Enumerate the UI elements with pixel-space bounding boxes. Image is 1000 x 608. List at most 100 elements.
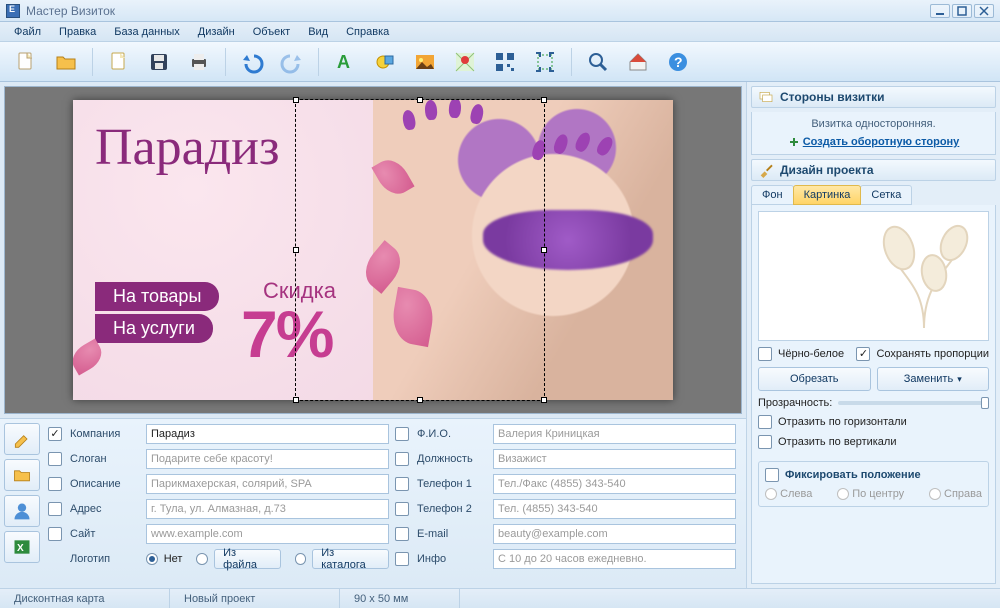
tb-save-icon[interactable]: [141, 45, 177, 79]
status-project: Новый проект: [170, 589, 340, 608]
minimize-button[interactable]: [930, 4, 950, 18]
btn-logo-catalog[interactable]: Из каталога: [312, 549, 389, 569]
tb-help-icon[interactable]: ?: [660, 45, 696, 79]
chk-info[interactable]: [395, 552, 409, 566]
input-site[interactable]: [146, 524, 389, 544]
chevron-down-icon: ▾: [957, 374, 962, 385]
input-fio[interactable]: [493, 424, 736, 444]
sides-icon: [758, 89, 774, 105]
right-panel: Стороны визитки Визитка односторонняя. С…: [746, 82, 1000, 588]
side-edit-icon[interactable]: [4, 423, 40, 455]
panel-design-header[interactable]: Дизайн проекта: [751, 159, 996, 181]
titlebar: Мастер Визиток: [0, 0, 1000, 22]
chk-phone2[interactable]: [395, 502, 409, 516]
tb-open-icon[interactable]: [48, 45, 84, 79]
status-size: 90 x 50 мм: [340, 589, 460, 608]
panel-sides-title: Стороны визитки: [780, 90, 885, 104]
app-icon: [6, 4, 20, 18]
btn-replace[interactable]: Заменить▾: [877, 367, 990, 391]
tb-zoom-icon[interactable]: [580, 45, 616, 79]
tb-undo-icon[interactable]: [234, 45, 270, 79]
create-back-link[interactable]: Создать оборотную сторону: [803, 136, 960, 148]
plus-icon: [788, 136, 800, 148]
side-excel-icon[interactable]: X: [4, 531, 40, 563]
tb-image-icon[interactable]: [407, 45, 443, 79]
menu-file[interactable]: Файл: [6, 24, 49, 40]
card-photo: [373, 100, 673, 400]
tb-page-icon[interactable]: [101, 45, 137, 79]
image-preview[interactable]: [758, 211, 989, 341]
radio-logo-none[interactable]: [146, 553, 158, 565]
chk-position[interactable]: [395, 452, 409, 466]
radio-logo-file[interactable]: [196, 553, 208, 565]
radio-logo-catalog[interactable]: [295, 553, 307, 565]
chk-flip-v[interactable]: [758, 435, 772, 449]
radio-lock-center[interactable]: [837, 488, 849, 500]
tab-grid[interactable]: Сетка: [860, 185, 912, 205]
chk-fio[interactable]: [395, 427, 409, 441]
tb-qr-icon[interactable]: [487, 45, 523, 79]
svg-text:X: X: [17, 543, 24, 554]
card-discount-value: 7%: [241, 296, 332, 372]
tb-shape-icon[interactable]: [367, 45, 403, 79]
design-body: Чёрно-белое Сохранять пропорции Обрезать…: [751, 205, 996, 584]
lbl-description: Описание: [70, 478, 140, 490]
chk-address[interactable]: [48, 502, 62, 516]
chk-slogan[interactable]: [48, 452, 62, 466]
tb-text-icon[interactable]: A: [327, 45, 363, 79]
info-sidebar: X: [4, 423, 44, 584]
status-left: Дисконтная карта: [0, 589, 170, 608]
tb-print-icon[interactable]: [181, 45, 217, 79]
chk-bw[interactable]: [758, 347, 772, 361]
business-card[interactable]: Парадиз На товары На услуги Скидка 7%: [73, 100, 673, 400]
tab-background[interactable]: Фон: [751, 185, 794, 205]
chk-email[interactable]: [395, 527, 409, 541]
brush-icon: [758, 162, 774, 178]
tb-redo-icon[interactable]: [274, 45, 310, 79]
btn-crop[interactable]: Обрезать: [758, 367, 871, 391]
lbl-position: Должность: [417, 453, 487, 465]
radio-lock-right[interactable]: [929, 488, 941, 500]
opacity-slider[interactable]: [838, 401, 989, 405]
menu-view[interactable]: Вид: [300, 24, 336, 40]
input-phone2[interactable]: [493, 499, 736, 519]
input-description[interactable]: [146, 474, 389, 494]
menu-edit[interactable]: Правка: [51, 24, 104, 40]
maximize-button[interactable]: [952, 4, 972, 18]
chk-keep-ratio[interactable]: [856, 347, 870, 361]
tb-map-icon[interactable]: [447, 45, 483, 79]
logo-radio-group: Нет Из файла Из каталога: [146, 549, 389, 569]
side-user-icon[interactable]: [4, 495, 40, 527]
lbl-site: Сайт: [70, 528, 140, 540]
chk-phone1[interactable]: [395, 477, 409, 491]
panel-sides-header[interactable]: Стороны визитки: [751, 86, 996, 108]
sides-info: Визитка односторонняя.: [758, 118, 989, 130]
tb-new-icon[interactable]: [8, 45, 44, 79]
card-brand: Парадиз: [95, 118, 280, 177]
tab-picture[interactable]: Картинка: [793, 185, 862, 205]
chk-company[interactable]: [48, 427, 62, 441]
radio-lock-left[interactable]: [765, 488, 777, 500]
input-address[interactable]: [146, 499, 389, 519]
input-phone1[interactable]: [493, 474, 736, 494]
btn-logo-file[interactable]: Из файла: [214, 549, 280, 569]
input-company[interactable]: [146, 424, 389, 444]
tb-home-icon[interactable]: [620, 45, 656, 79]
chk-site[interactable]: [48, 527, 62, 541]
menu-object[interactable]: Объект: [245, 24, 298, 40]
close-button[interactable]: [974, 4, 994, 18]
lbl-phone2: Телефон 2: [417, 503, 487, 515]
input-info[interactable]: [493, 549, 736, 569]
chk-lock-position[interactable]: [765, 468, 779, 482]
side-folder-icon[interactable]: [4, 459, 40, 491]
menu-design[interactable]: Дизайн: [190, 24, 243, 40]
input-slogan[interactable]: [146, 449, 389, 469]
chk-description[interactable]: [48, 477, 62, 491]
input-position[interactable]: [493, 449, 736, 469]
canvas[interactable]: Парадиз На товары На услуги Скидка 7%: [4, 86, 742, 414]
menu-help[interactable]: Справка: [338, 24, 397, 40]
chk-flip-h[interactable]: [758, 415, 772, 429]
tb-fit-icon[interactable]: [527, 45, 563, 79]
menu-database[interactable]: База данных: [106, 24, 188, 40]
input-email[interactable]: [493, 524, 736, 544]
